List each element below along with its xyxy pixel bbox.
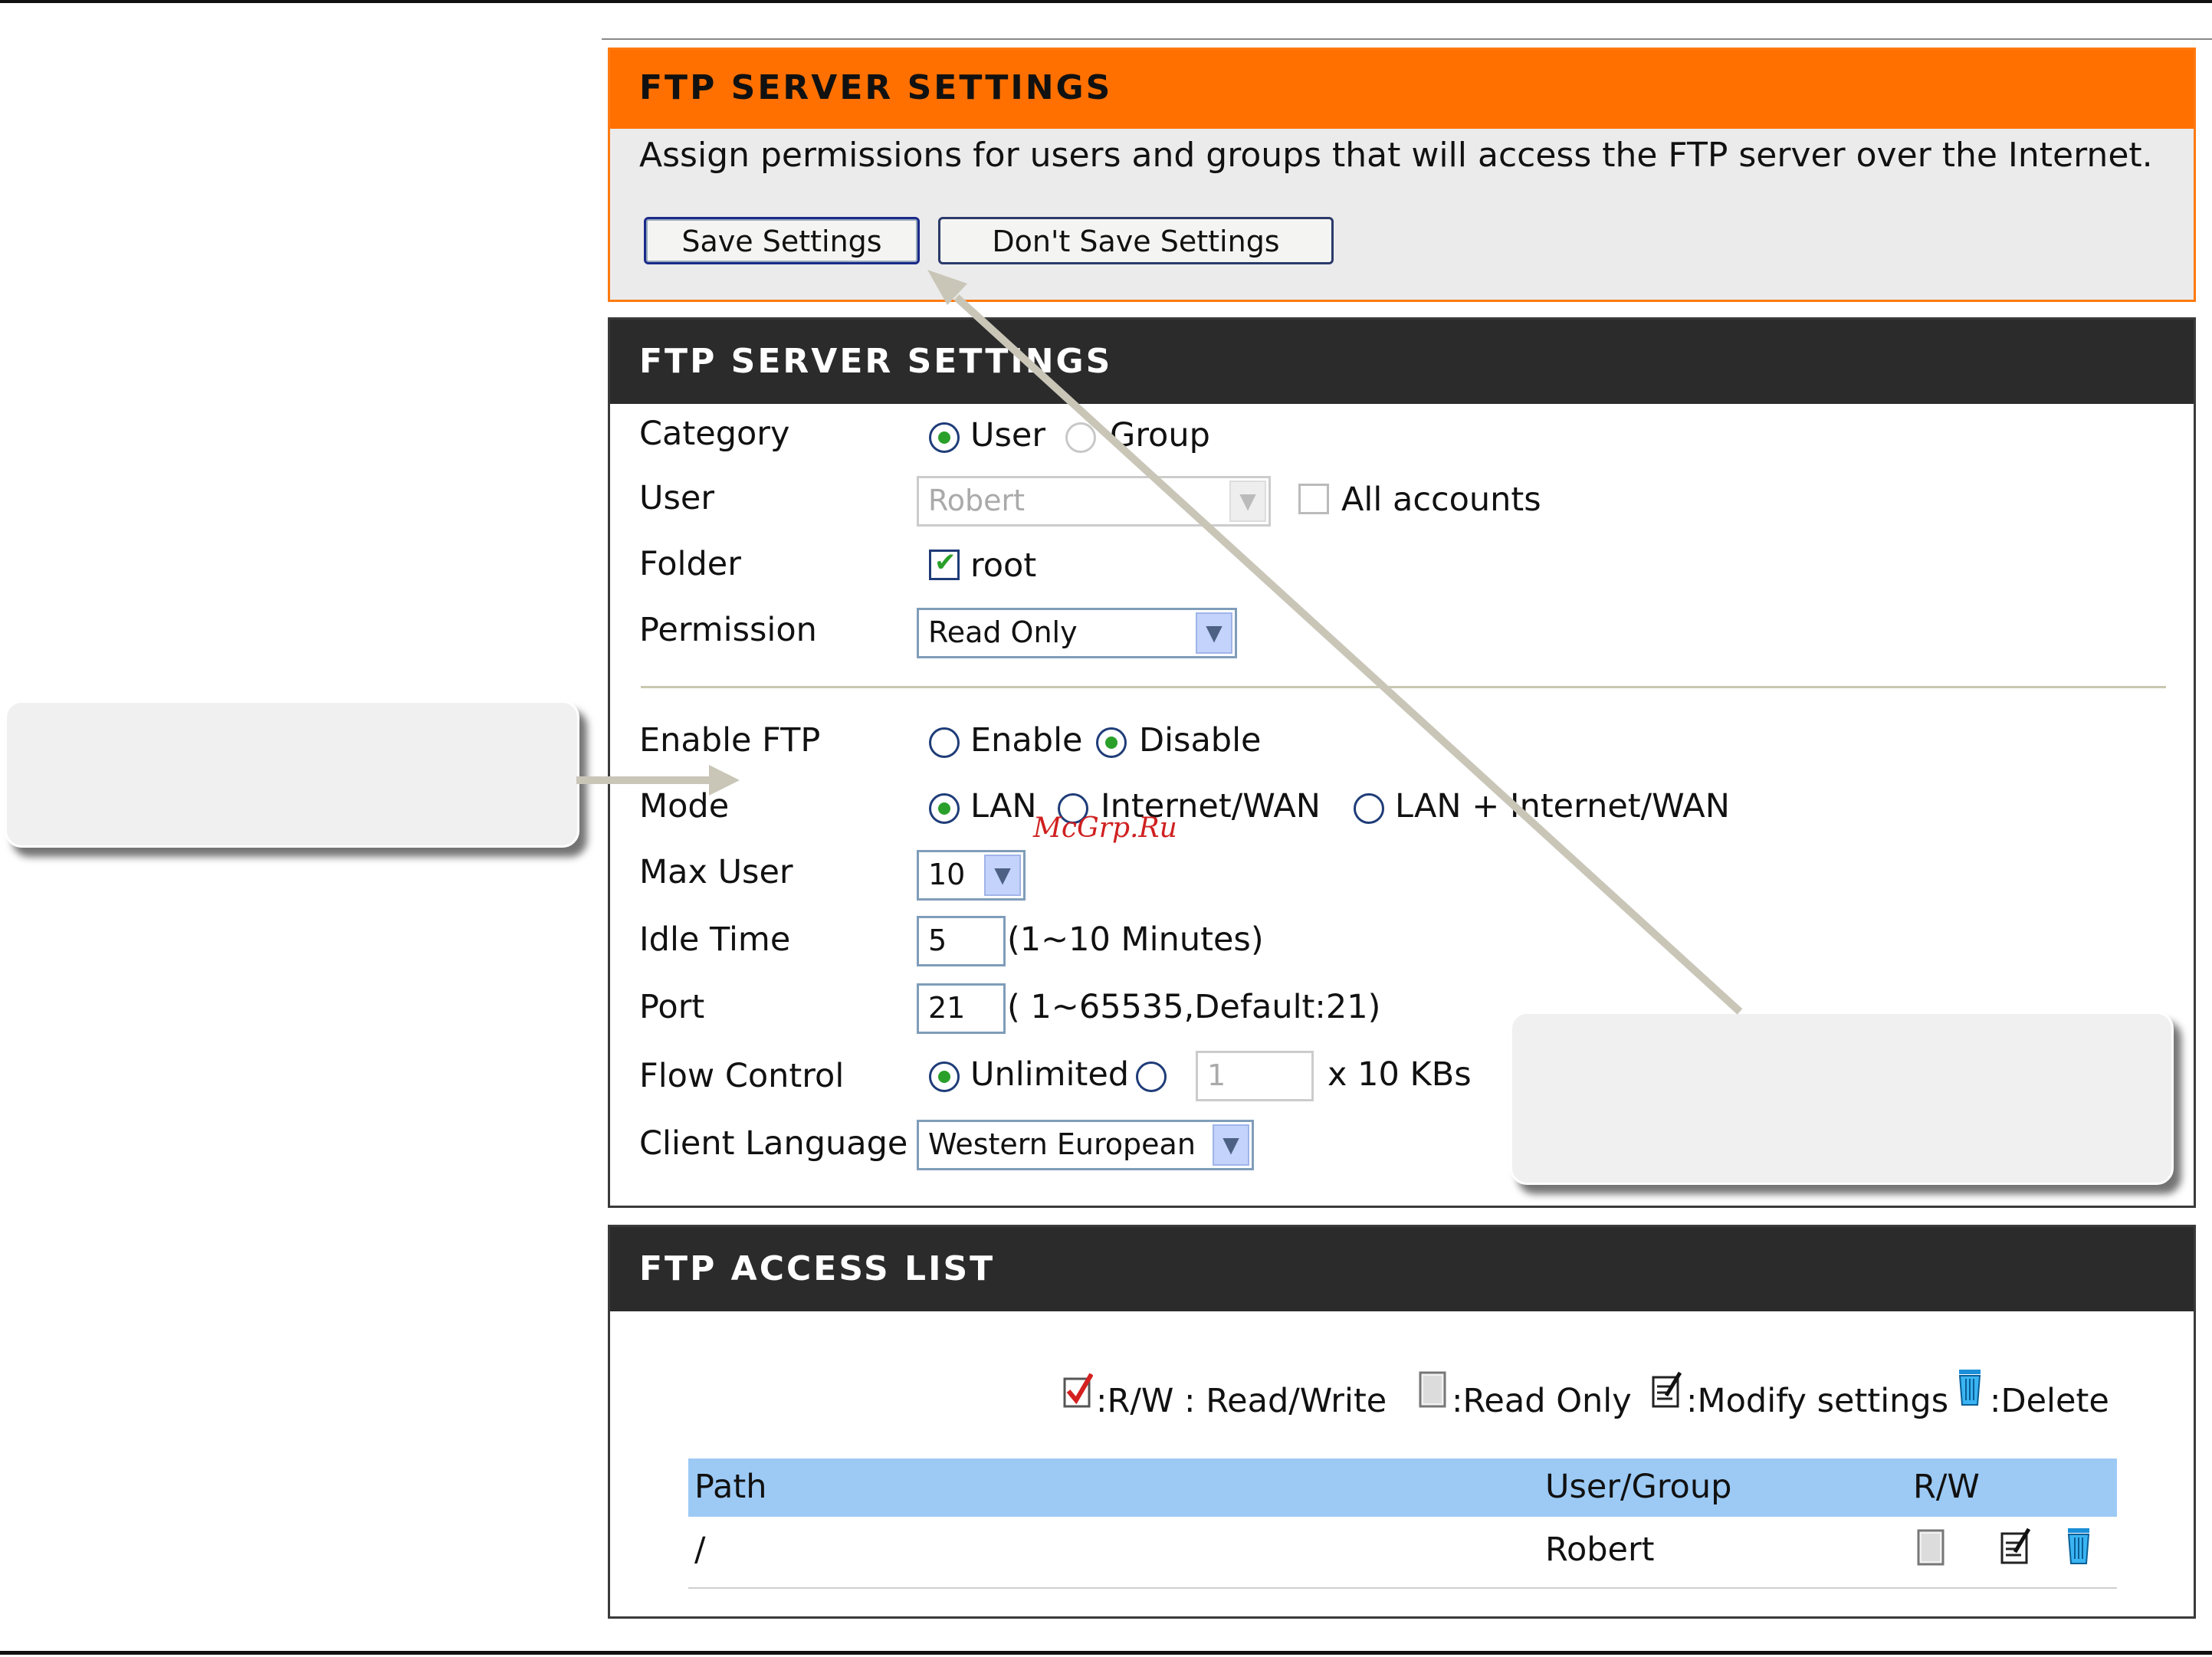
arrow-left-head [709,765,740,796]
bottom-rule [0,1651,2212,1655]
arrow-right-line [953,294,1743,1015]
watermark: McGrp.Ru [1033,812,1177,844]
